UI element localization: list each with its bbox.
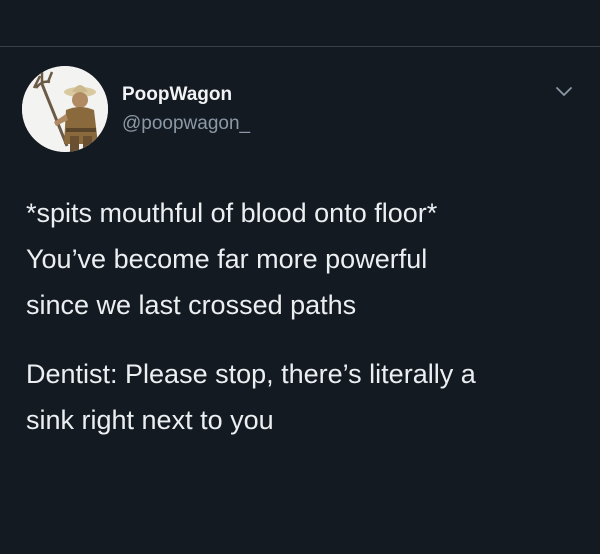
user-handle[interactable]: @poopwagon_	[122, 113, 250, 135]
top-divider	[0, 46, 600, 47]
tweet-text-line: Dentist: Please stop, there’s literally …	[26, 359, 476, 389]
more-options-button[interactable]	[550, 80, 578, 104]
chevron-down-icon	[556, 87, 572, 96]
tweet-text-line: You’ve become far more powerful	[26, 244, 428, 274]
tweet-text-line: *spits mouthful of blood onto floor*	[26, 198, 438, 228]
display-name[interactable]: PoopWagon	[122, 84, 232, 106]
avatar[interactable]	[22, 66, 108, 152]
tweet-paragraph: *spits mouthful of blood onto floor* You…	[26, 190, 586, 328]
avatar-character-icon	[22, 66, 108, 152]
tweet-paragraph: Dentist: Please stop, there’s literally …	[26, 351, 586, 443]
tweet-text-line: sink right next to you	[26, 405, 274, 435]
tweet-text-line: since we last crossed paths	[26, 290, 357, 320]
